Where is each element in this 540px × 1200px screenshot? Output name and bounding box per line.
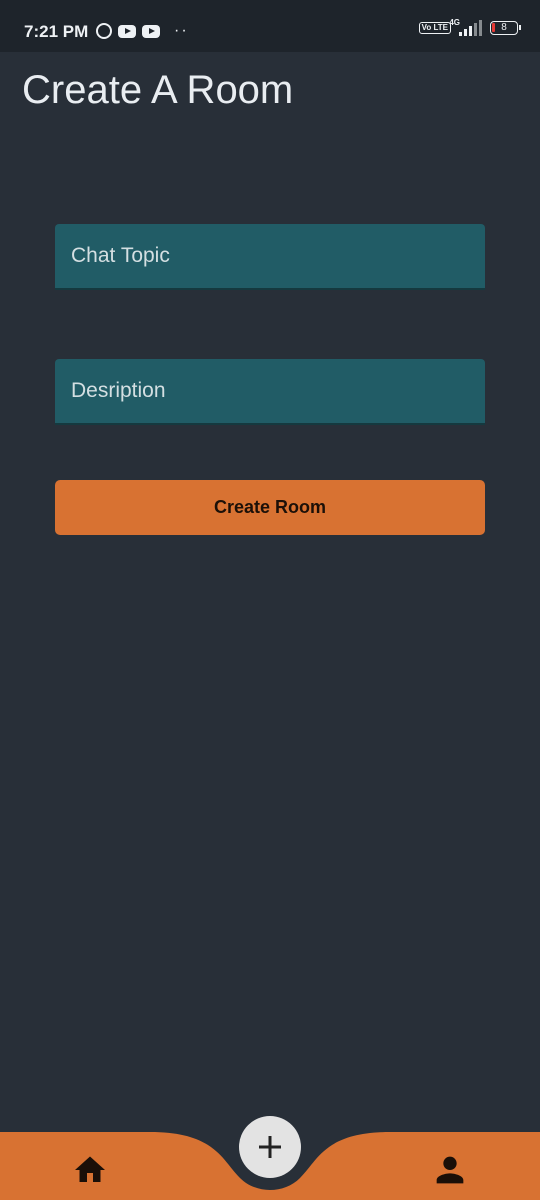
volte-icon: Vo LTE [418,22,451,34]
status-time: 7:21 PM [24,22,89,41]
system-icons: Vo LTE 4G 8 [418,18,521,36]
description-field[interactable] [55,359,485,425]
more-notifications-icon: ·· [174,22,189,39]
chat-topic-input[interactable] [55,224,485,288]
battery-icon: 8 [490,21,521,35]
plus-icon [259,1136,281,1158]
create-room-button[interactable]: Create Room [55,480,485,535]
youtube-icon [118,24,136,38]
notification-icons: ·· [96,22,189,40]
description-input[interactable] [55,359,485,423]
youtube-icon [142,24,160,38]
network-type: 4G [449,18,460,27]
status-bar: 7:21 PM ·· Vo LTE 4G 8 [0,0,540,52]
whatsapp-icon [96,23,112,39]
page-title: Create A Room [22,68,294,112]
home-icon[interactable] [70,1152,110,1188]
add-room-button[interactable] [239,1116,301,1178]
person-icon[interactable] [430,1150,470,1190]
signal-icon [459,20,482,36]
chat-topic-field[interactable] [55,224,485,290]
